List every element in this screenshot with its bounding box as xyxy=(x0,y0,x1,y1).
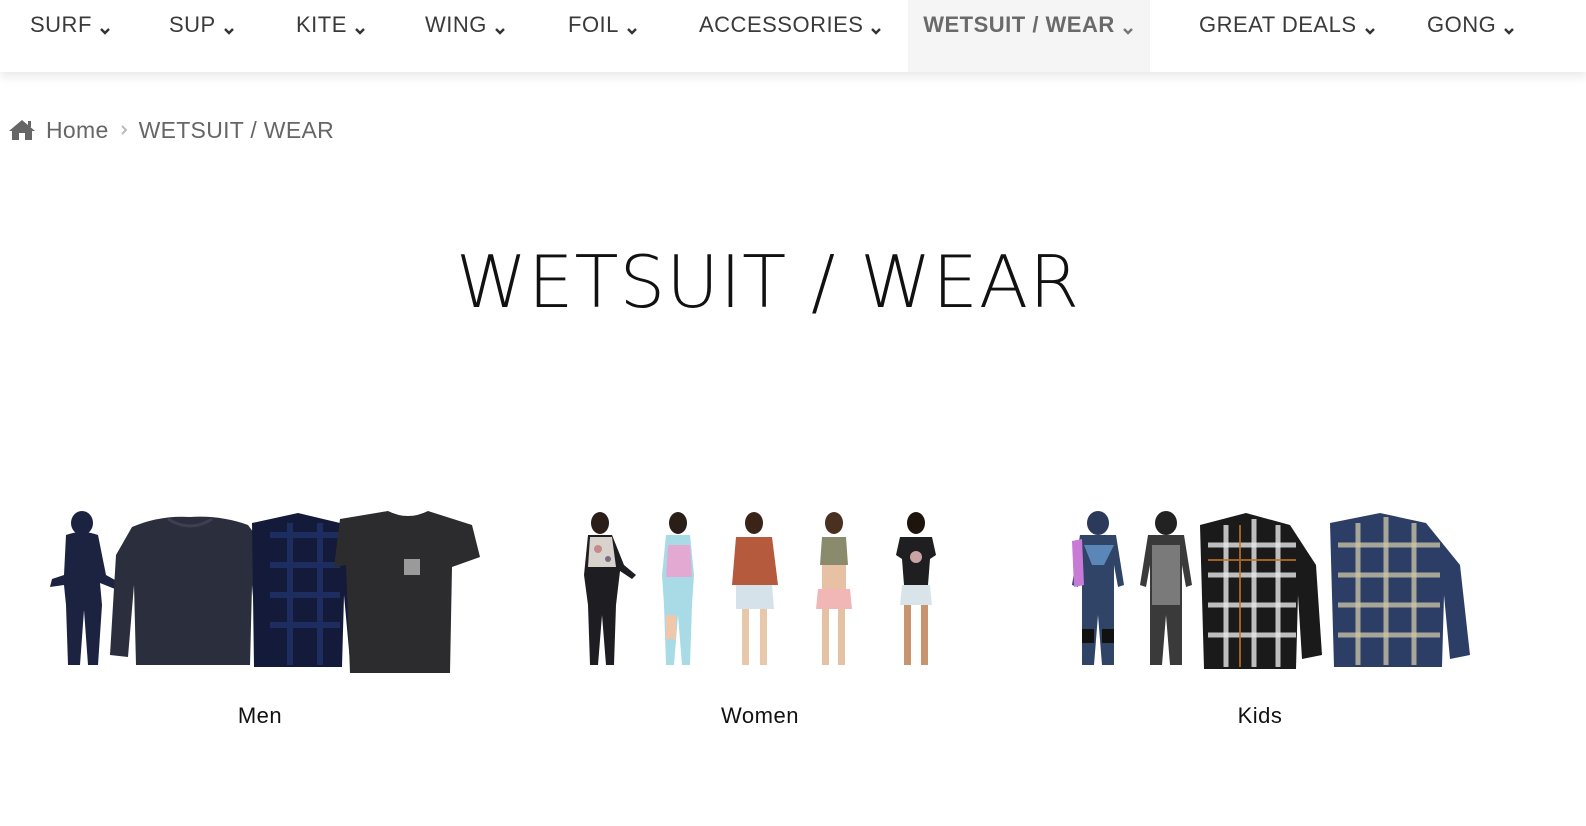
nav-item-sup[interactable]: SUP xyxy=(169,0,236,72)
category-label[interactable]: Women xyxy=(540,703,980,729)
nav-item-great-deals[interactable]: GREAT DEALS xyxy=(1199,0,1377,72)
category-men[interactable]: Men xyxy=(40,505,480,745)
chevron-down-icon xyxy=(493,18,507,35)
category-label[interactable]: Kids xyxy=(1040,703,1480,729)
home-icon[interactable] xyxy=(8,118,36,142)
chevron-down-icon xyxy=(98,18,112,35)
nav-item-label: GONG xyxy=(1427,12,1497,37)
page-title: WETSUIT / WEAR xyxy=(455,240,1081,324)
breadcrumb-home-link[interactable]: Home xyxy=(46,117,109,144)
nav-item-label: FOIL xyxy=(568,12,619,37)
nav-item-label: WING xyxy=(425,12,487,37)
chevron-down-icon xyxy=(869,18,883,35)
chevron-down-icon xyxy=(1363,18,1377,35)
nav-item-accessories[interactable]: ACCESSORIES xyxy=(699,0,883,72)
nav-item-kite[interactable]: KITE xyxy=(296,0,367,72)
nav-item-gong[interactable]: GONG xyxy=(1427,0,1516,72)
nav-item-wing[interactable]: WING xyxy=(425,0,507,72)
category-label[interactable]: Men xyxy=(40,703,480,729)
chevron-down-icon xyxy=(625,18,639,35)
category-men-image[interactable] xyxy=(40,505,480,675)
category-kids-image[interactable] xyxy=(1040,505,1480,675)
chevron-down-icon xyxy=(1121,18,1135,35)
chevron-down-icon xyxy=(353,18,367,35)
breadcrumb: Home WETSUIT / WEAR xyxy=(8,114,334,146)
breadcrumb-current: WETSUIT / WEAR xyxy=(138,116,335,143)
category-kids[interactable]: Kids xyxy=(1040,505,1480,745)
nav-item-label: ACCESSORIES xyxy=(699,12,864,37)
nav-item-wetsuit-wear[interactable]: WETSUIT / WEAR xyxy=(908,0,1150,72)
nav-item-foil[interactable]: FOIL xyxy=(568,0,639,72)
chevron-down-icon xyxy=(1502,18,1516,35)
category-women[interactable]: Women xyxy=(540,505,980,745)
nav-item-label: SUP xyxy=(169,12,216,37)
main-nav: SURF SUP KITE WING FOIL ACCESSORIES WETS… xyxy=(0,0,1586,72)
category-women-image[interactable] xyxy=(540,505,980,675)
nav-item-label: GREAT DEALS xyxy=(1199,12,1357,37)
nav-item-label: SURF xyxy=(30,12,92,37)
chevron-right-icon xyxy=(120,125,127,135)
chevron-down-icon xyxy=(222,18,236,35)
nav-item-label: KITE xyxy=(296,12,347,37)
nav-item-label: WETSUIT / WEAR xyxy=(923,12,1115,37)
nav-item-surf[interactable]: SURF xyxy=(30,0,112,72)
